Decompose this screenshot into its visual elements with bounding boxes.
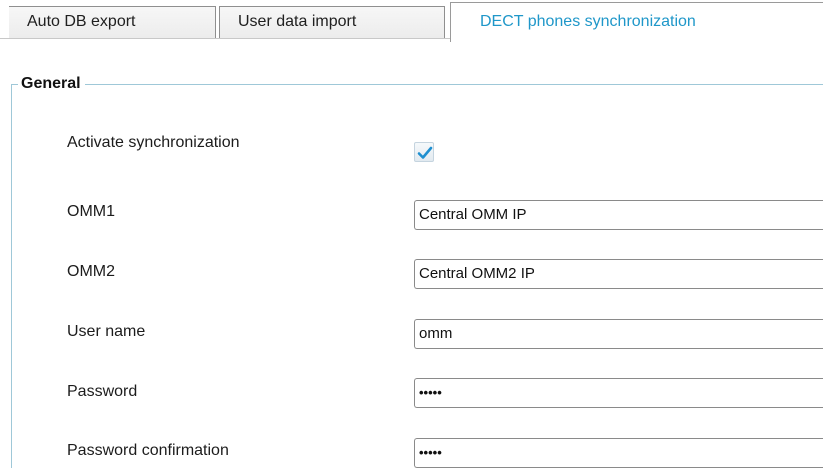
tab-auto-db-export[interactable]: Auto DB export	[9, 6, 216, 38]
user-name-label: User name	[67, 323, 146, 340]
omm2-input[interactable]: Central OMM2 IP	[414, 259, 823, 289]
checkmark-icon	[417, 146, 433, 159]
fieldset-border-left	[11, 84, 12, 468]
password-label: Password	[67, 383, 138, 400]
activate-synchronization-label: Activate synchronization	[67, 134, 240, 151]
tab-user-data-import[interactable]: User data import	[219, 6, 445, 38]
password-confirmation-input[interactable]: •••••	[414, 438, 823, 468]
omm2-label: OMM2	[67, 263, 115, 280]
fieldset-border-top	[11, 84, 823, 85]
password-confirmation-label: Password confirmation	[67, 442, 229, 459]
password-input[interactable]: •••••	[414, 378, 823, 408]
omm1-input[interactable]: Central OMM IP	[414, 200, 823, 230]
tab-bar: Auto DB export User data import DECT pho…	[0, 0, 823, 44]
user-name-input[interactable]: omm	[414, 319, 823, 349]
tab-dect-phones-synchronization[interactable]: DECT phones synchronization	[450, 2, 823, 42]
tab-bar-divider	[0, 38, 450, 39]
fieldset-legend-general: General	[18, 73, 85, 95]
activate-synchronization-checkbox[interactable]	[414, 142, 434, 162]
omm1-label: OMM1	[67, 203, 115, 220]
